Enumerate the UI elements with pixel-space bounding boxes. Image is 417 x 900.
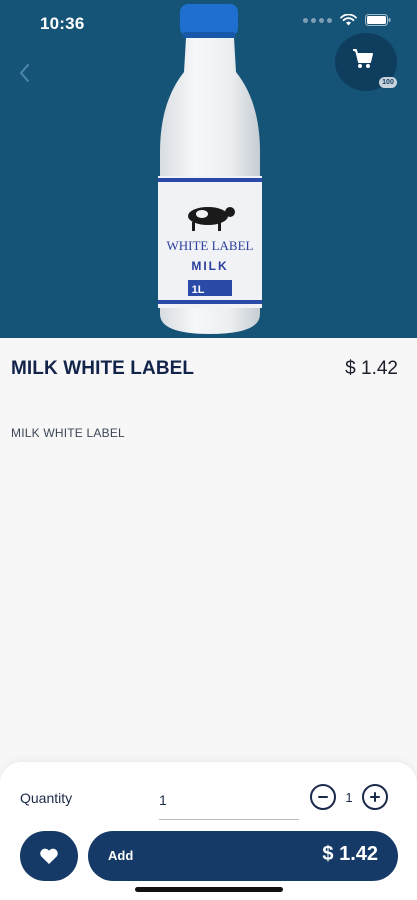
favorite-button[interactable] xyxy=(20,831,78,881)
minus-circle-icon xyxy=(318,796,328,798)
status-time: 10:36 xyxy=(40,14,85,33)
product-photo: WHITE LABEL MILK 1L xyxy=(158,4,262,334)
decrement-button[interactable] xyxy=(310,784,336,810)
heart-icon xyxy=(40,848,58,864)
quantity-stepper: 1 xyxy=(310,784,388,810)
bottle-type-text: MILK xyxy=(191,259,228,273)
signal-dots-icon xyxy=(303,17,332,23)
product-title: MILK WHITE LABEL xyxy=(11,358,195,379)
plus-circle-icon xyxy=(370,792,380,802)
add-button-label: Add xyxy=(108,848,134,863)
quantity-label: Quantity xyxy=(20,790,73,806)
purchase-panel: Quantity 1 Add $ 1.42 xyxy=(0,762,417,900)
increment-button[interactable] xyxy=(362,784,388,810)
chevron-left-icon xyxy=(20,64,29,82)
product-price: $ 1.42 xyxy=(345,358,398,379)
bottle-size-text: 1L xyxy=(192,284,205,296)
add-to-cart-button[interactable]: Add $ 1.42 xyxy=(88,831,398,881)
cart-count-badge: 100 xyxy=(379,77,397,88)
bottle-brand-text: WHITE LABEL xyxy=(166,238,253,253)
battery-icon xyxy=(365,14,391,26)
status-icons xyxy=(303,14,391,26)
stepper-value: 1 xyxy=(345,789,353,805)
add-button-price: $ 1.42 xyxy=(322,843,378,865)
back-button[interactable] xyxy=(10,58,38,88)
product-description: MILK WHITE LABEL xyxy=(11,426,125,440)
wifi-icon xyxy=(340,14,357,26)
home-indicator xyxy=(135,887,283,892)
quantity-input[interactable] xyxy=(159,786,299,820)
shopping-cart-icon xyxy=(353,49,373,68)
product-hero: WHITE LABEL MILK 1L 10:36 100 xyxy=(0,0,417,338)
cart-button[interactable]: 100 xyxy=(335,33,397,91)
product-title-row: MILK WHITE LABEL $ 1.42 xyxy=(0,338,417,398)
